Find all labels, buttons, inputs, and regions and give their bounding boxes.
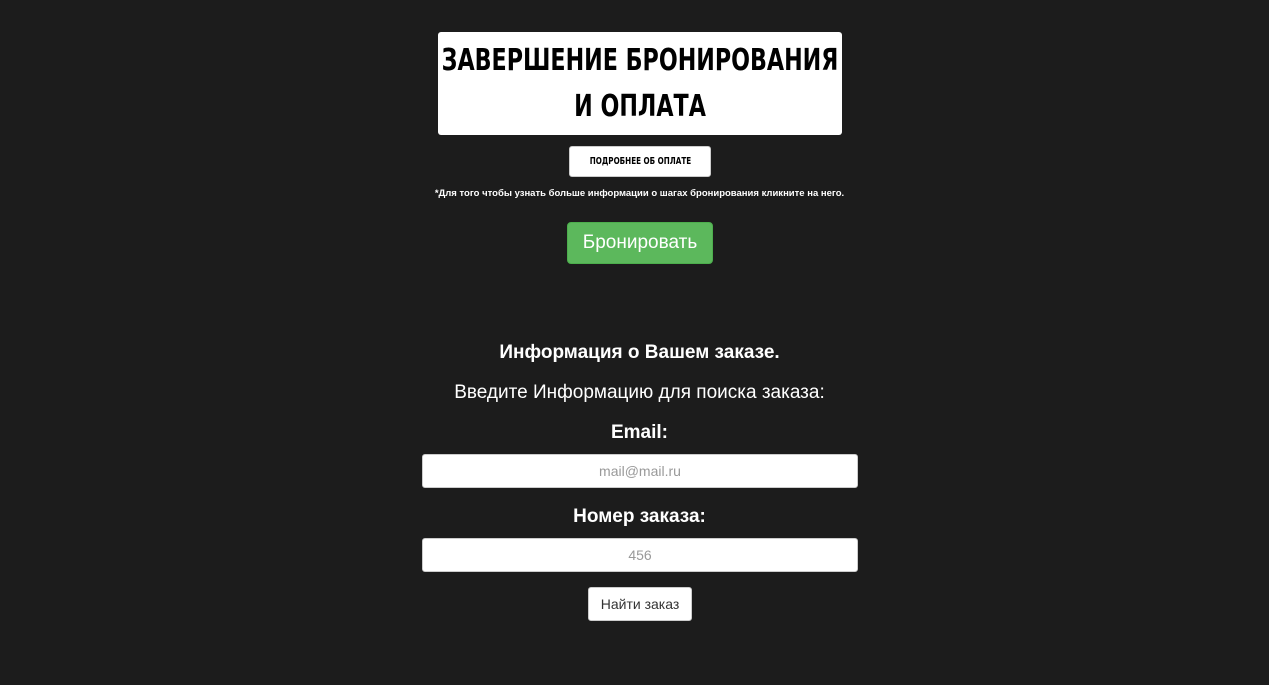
page: ЗАВЕРШЕНИЕ БРОНИРОВАНИЯ И ОПЛАТА ПОДРОБН… — [0, 0, 1269, 685]
page-title-line-1: ЗАВЕРШЕНИЕ БРОНИРОВАНИЯ — [441, 42, 839, 78]
payment-details-button-label: ПОДРОБНЕЕ ОБ ОПЛАТЕ — [589, 156, 691, 167]
title-banner: ЗАВЕРШЕНИЕ БРОНИРОВАНИЯ И ОПЛАТА — [438, 32, 842, 135]
order-search-instruction: Введите Информацию для поиска заказа: — [454, 382, 825, 403]
order-number-field[interactable] — [422, 538, 858, 572]
order-number-label: Номер заказа: — [573, 506, 706, 527]
email-field[interactable] — [422, 454, 858, 488]
order-info-heading: Информация о Вашем заказе. — [499, 342, 780, 363]
page-title: ЗАВЕРШЕНИЕ БРОНИРОВАНИЯ И ОПЛАТА — [442, 38, 839, 130]
booking-steps-note: *Для того чтобы узнать больше информации… — [434, 188, 845, 199]
book-button[interactable]: Бронировать — [567, 222, 713, 264]
email-label: Email: — [610, 422, 669, 443]
payment-details-button[interactable]: ПОДРОБНЕЕ ОБ ОПЛАТЕ — [569, 146, 711, 177]
page-title-line-2: И ОПЛАТА — [574, 88, 706, 124]
find-order-button[interactable]: Найти заказ — [588, 587, 692, 621]
